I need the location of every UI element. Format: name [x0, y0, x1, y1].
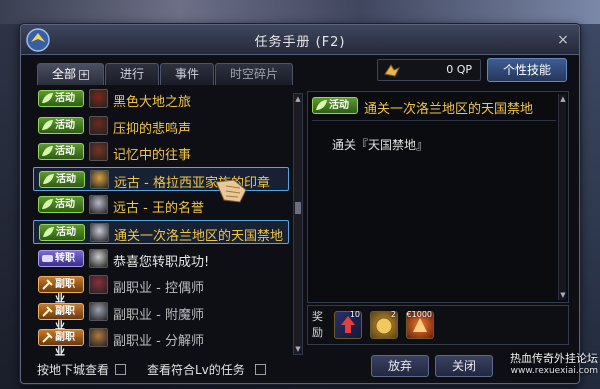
- detail-badge: 活动: [312, 97, 358, 114]
- filter-by-region[interactable]: 按地下城查看: [37, 361, 130, 378]
- quest-row[interactable]: 副职业 副职业 - 控偶师: [33, 273, 289, 305]
- npc-avatar: [89, 248, 108, 268]
- detail-objective: 通关『天国禁地』: [332, 138, 429, 152]
- quest-journal-window: 任务手册 (F2) × 全部 + 进行 事件 时空碎片 0 QP 个性技能 活动 黑…: [20, 24, 580, 384]
- npc-avatar: [89, 301, 108, 321]
- filter-by-region-checkbox[interactable]: [115, 364, 127, 375]
- quest-type-badge: 活动: [38, 90, 84, 107]
- quest-name: 副职业 - 附魔师: [113, 307, 204, 323]
- detail-scroll-down-icon[interactable]: ▼: [559, 290, 567, 300]
- quest-list: 活动 黑色大地之旅 活动 压抑的悲鸣声 活动 记忆中的往事 活动 远古 - 格拉西亚家族的印章…: [33, 87, 289, 358]
- quest-name: 压抑的悲鸣声: [113, 121, 192, 137]
- npc-avatar: [89, 115, 108, 135]
- npc-avatar: [90, 223, 109, 242]
- leaf-icon: [42, 93, 53, 103]
- tools-icon: [42, 279, 53, 290]
- detail-scrollbar[interactable]: ▲ ▼: [558, 94, 566, 300]
- scroll-up-icon[interactable]: ▲: [294, 94, 302, 104]
- npc-avatar: [89, 328, 108, 348]
- npc-avatar: [89, 89, 108, 108]
- expand-icon[interactable]: +: [79, 70, 90, 80]
- npc-avatar: [90, 169, 109, 189]
- tab-time-fragments[interactable]: 时空碎片: [215, 63, 294, 85]
- quest-tabs: 全部 + 进行 事件 时空碎片: [37, 63, 294, 85]
- quest-type-badge: 活动: [39, 170, 85, 188]
- scroll-down-icon[interactable]: ▼: [294, 344, 302, 354]
- leaf-icon: [43, 227, 54, 237]
- game-scene-left: [0, 24, 20, 389]
- close-icon[interactable]: ×: [555, 32, 571, 48]
- game-scene-right: [578, 24, 600, 389]
- quest-type-badge: 副职业: [38, 302, 84, 332]
- quest-row[interactable]: 活动 黑色大地之旅: [33, 87, 289, 111]
- level-up-icon[interactable]: 10: [334, 310, 362, 339]
- npc-avatar: [89, 142, 108, 162]
- quest-type-badge: 活动: [39, 224, 85, 241]
- watermark-site: 热血传奇外挂论坛: [510, 352, 598, 365]
- scroll-icon: [42, 254, 53, 262]
- quest-name: 副职业 - 控偶师: [113, 281, 204, 297]
- quest-row[interactable]: 活动 压抑的悲鸣声: [33, 114, 289, 138]
- scroll-thumb[interactable]: [295, 202, 301, 214]
- watermark-url: www.rexuexiai.com: [510, 366, 598, 376]
- site-watermark: 热血传奇外挂论坛 www.rexuexiai.com: [480, 352, 598, 378]
- qp-value: 0 QP: [446, 63, 472, 76]
- detail-divider: [312, 120, 556, 121]
- game-scene-top: [0, 0, 600, 24]
- filter-by-region-label: 按地下城查看: [37, 363, 110, 377]
- quest-type-badge: 活动: [38, 196, 84, 214]
- filter-by-level-label: 查看符合Lv的任务: [147, 363, 245, 377]
- qp-coin-icon: [384, 64, 401, 77]
- leaf-icon: [43, 173, 54, 184]
- quest-list-scrollbar[interactable]: ▲ ▼: [293, 93, 303, 355]
- window-title: 任务手册 (F2): [254, 35, 346, 50]
- tab-in-progress[interactable]: 进行: [105, 63, 160, 85]
- quest-name: 黑色大地之旅: [113, 95, 192, 110]
- hand-cursor-icon: [215, 179, 247, 203]
- personal-skill-button[interactable]: 个性技能: [487, 58, 567, 82]
- quest-type-badge: 副职业: [38, 276, 84, 305]
- detail-title: 通关一次洛兰地区的天国禁地: [364, 102, 534, 117]
- quest-name: 恭喜您转职成功!: [113, 254, 210, 270]
- window-titlebar[interactable]: 任务手册 (F2) ×: [21, 25, 579, 55]
- npc-avatar: [89, 275, 108, 295]
- npc-avatar: [89, 195, 108, 215]
- quest-row[interactable]: 活动 通关一次洛兰地区的天国禁地: [33, 220, 289, 244]
- filter-by-level-checkbox[interactable]: [254, 364, 266, 375]
- quest-type-badge: 活动: [38, 143, 84, 161]
- tab-events[interactable]: 事件: [160, 63, 215, 85]
- quest-row[interactable]: 转职 恭喜您转职成功!: [33, 247, 289, 271]
- quest-type-badge: 转职: [38, 249, 84, 267]
- leaf-icon: [42, 119, 53, 130]
- tab-all[interactable]: 全部 +: [37, 63, 105, 85]
- leaf-icon: [42, 199, 53, 210]
- quest-row[interactable]: 副职业 副职业 - 分解师: [33, 326, 289, 358]
- quest-name: 记忆中的往事: [113, 148, 192, 164]
- quest-detail-pane: 活动 通关一次洛兰地区的天国禁地 通关『天国禁地』 ▲ ▼: [307, 91, 569, 303]
- exp-orb-icon[interactable]: €1000: [406, 310, 434, 339]
- coin-bag-icon[interactable]: 2: [370, 310, 398, 339]
- quest-row[interactable]: 活动 远古 - 格拉西亚家族的印章: [33, 166, 289, 191]
- quest-row[interactable]: 副职业 副职业 - 附魔师: [33, 300, 289, 332]
- abandon-button[interactable]: 放弃: [371, 355, 429, 377]
- leaf-icon: [316, 100, 327, 110]
- reward-panel: 奖励 10 2 €1000: [307, 305, 569, 345]
- quest-type-badge: 活动: [38, 116, 84, 134]
- reward-label: 奖励: [312, 310, 323, 339]
- quest-row[interactable]: 活动 记忆中的往事: [33, 140, 289, 164]
- qp-display: 0 QP: [377, 59, 481, 81]
- leaf-icon: [42, 146, 53, 157]
- quest-row[interactable]: 活动 远古 - 王的名誉: [33, 193, 289, 217]
- filter-by-level[interactable]: 查看符合Lv的任务: [147, 361, 270, 378]
- quest-name: 通关一次洛兰地区的天国禁地: [114, 229, 284, 244]
- quest-name: 副职业 - 分解师: [113, 334, 204, 350]
- tools-icon: [42, 306, 53, 317]
- tools-icon: [42, 332, 53, 344]
- detail-scroll-up-icon[interactable]: ▲: [559, 94, 567, 104]
- quest-type-badge: 副职业: [38, 329, 84, 358]
- quest-name: 远古 - 王的名誉: [113, 201, 204, 217]
